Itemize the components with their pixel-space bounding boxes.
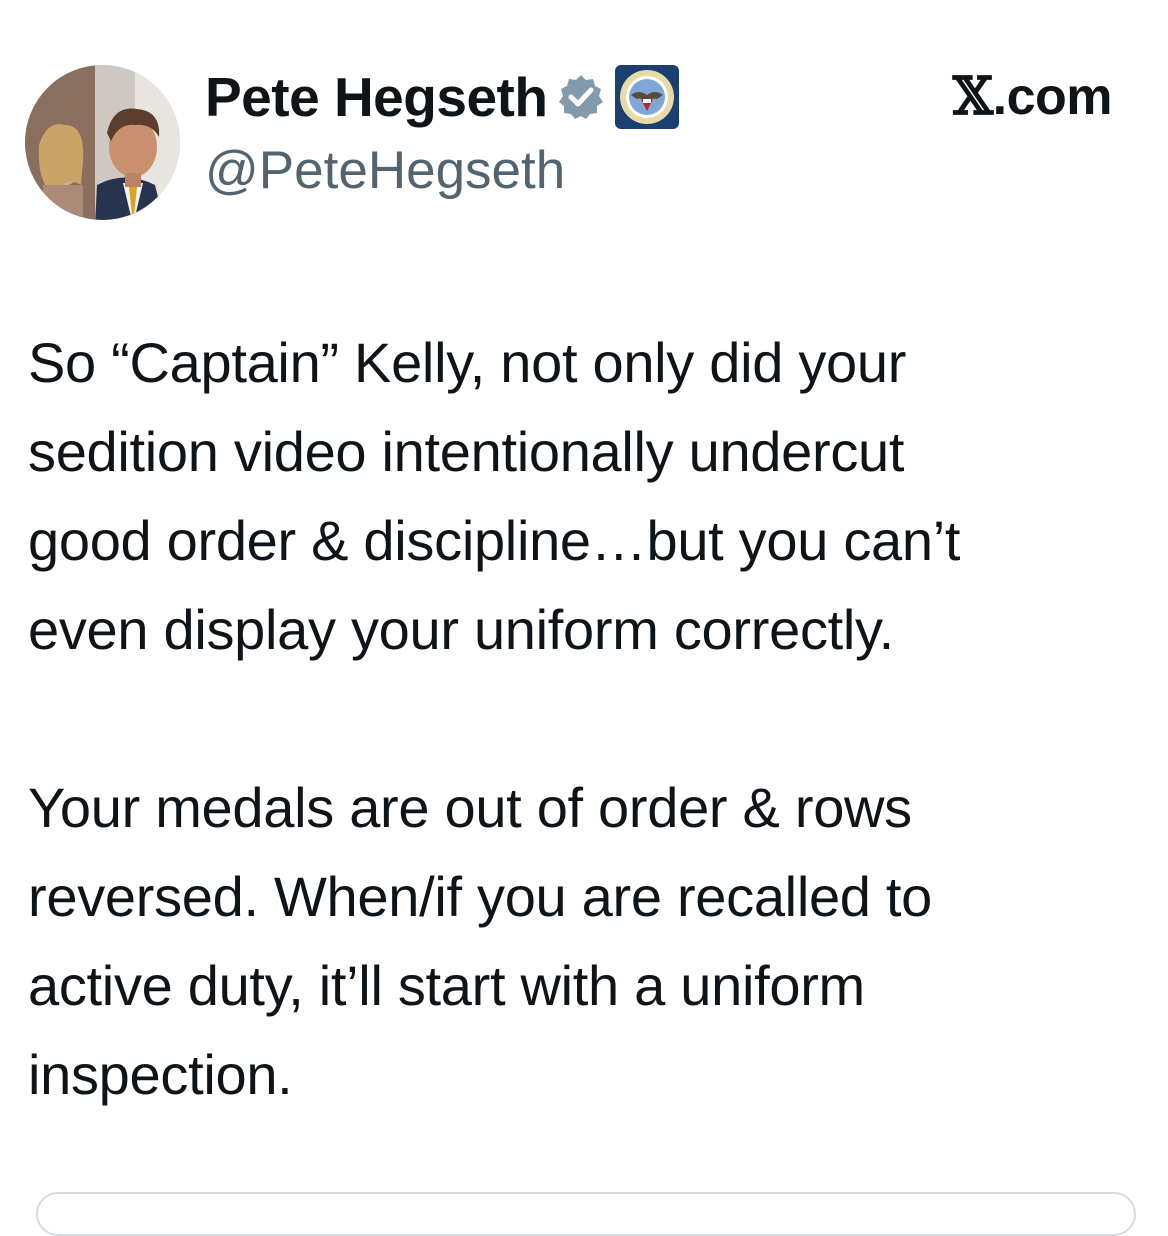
tweet-card: Pete Hegseth @PeteHegseth 𝕏.com So “Capt… — [0, 0, 1168, 1236]
author-display-name[interactable]: Pete Hegseth — [205, 65, 548, 129]
profile-avatar[interactable] — [25, 65, 180, 220]
tweet-body-text: So “Captain” Kelly, not only did your se… — [28, 331, 961, 1106]
source-label: 𝕏.com — [952, 66, 1113, 127]
x-logo-icon: 𝕏 — [952, 66, 993, 127]
verified-badge-icon — [557, 73, 605, 121]
author-handle[interactable]: @PeteHegseth — [205, 140, 565, 201]
avatar-photo — [25, 65, 180, 220]
source-domain-text: .com — [992, 68, 1113, 126]
author-name-row: Pete Hegseth — [205, 62, 680, 132]
department-of-war-seal-icon[interactable] — [615, 65, 680, 129]
embedded-card-edge[interactable] — [36, 1192, 1136, 1236]
